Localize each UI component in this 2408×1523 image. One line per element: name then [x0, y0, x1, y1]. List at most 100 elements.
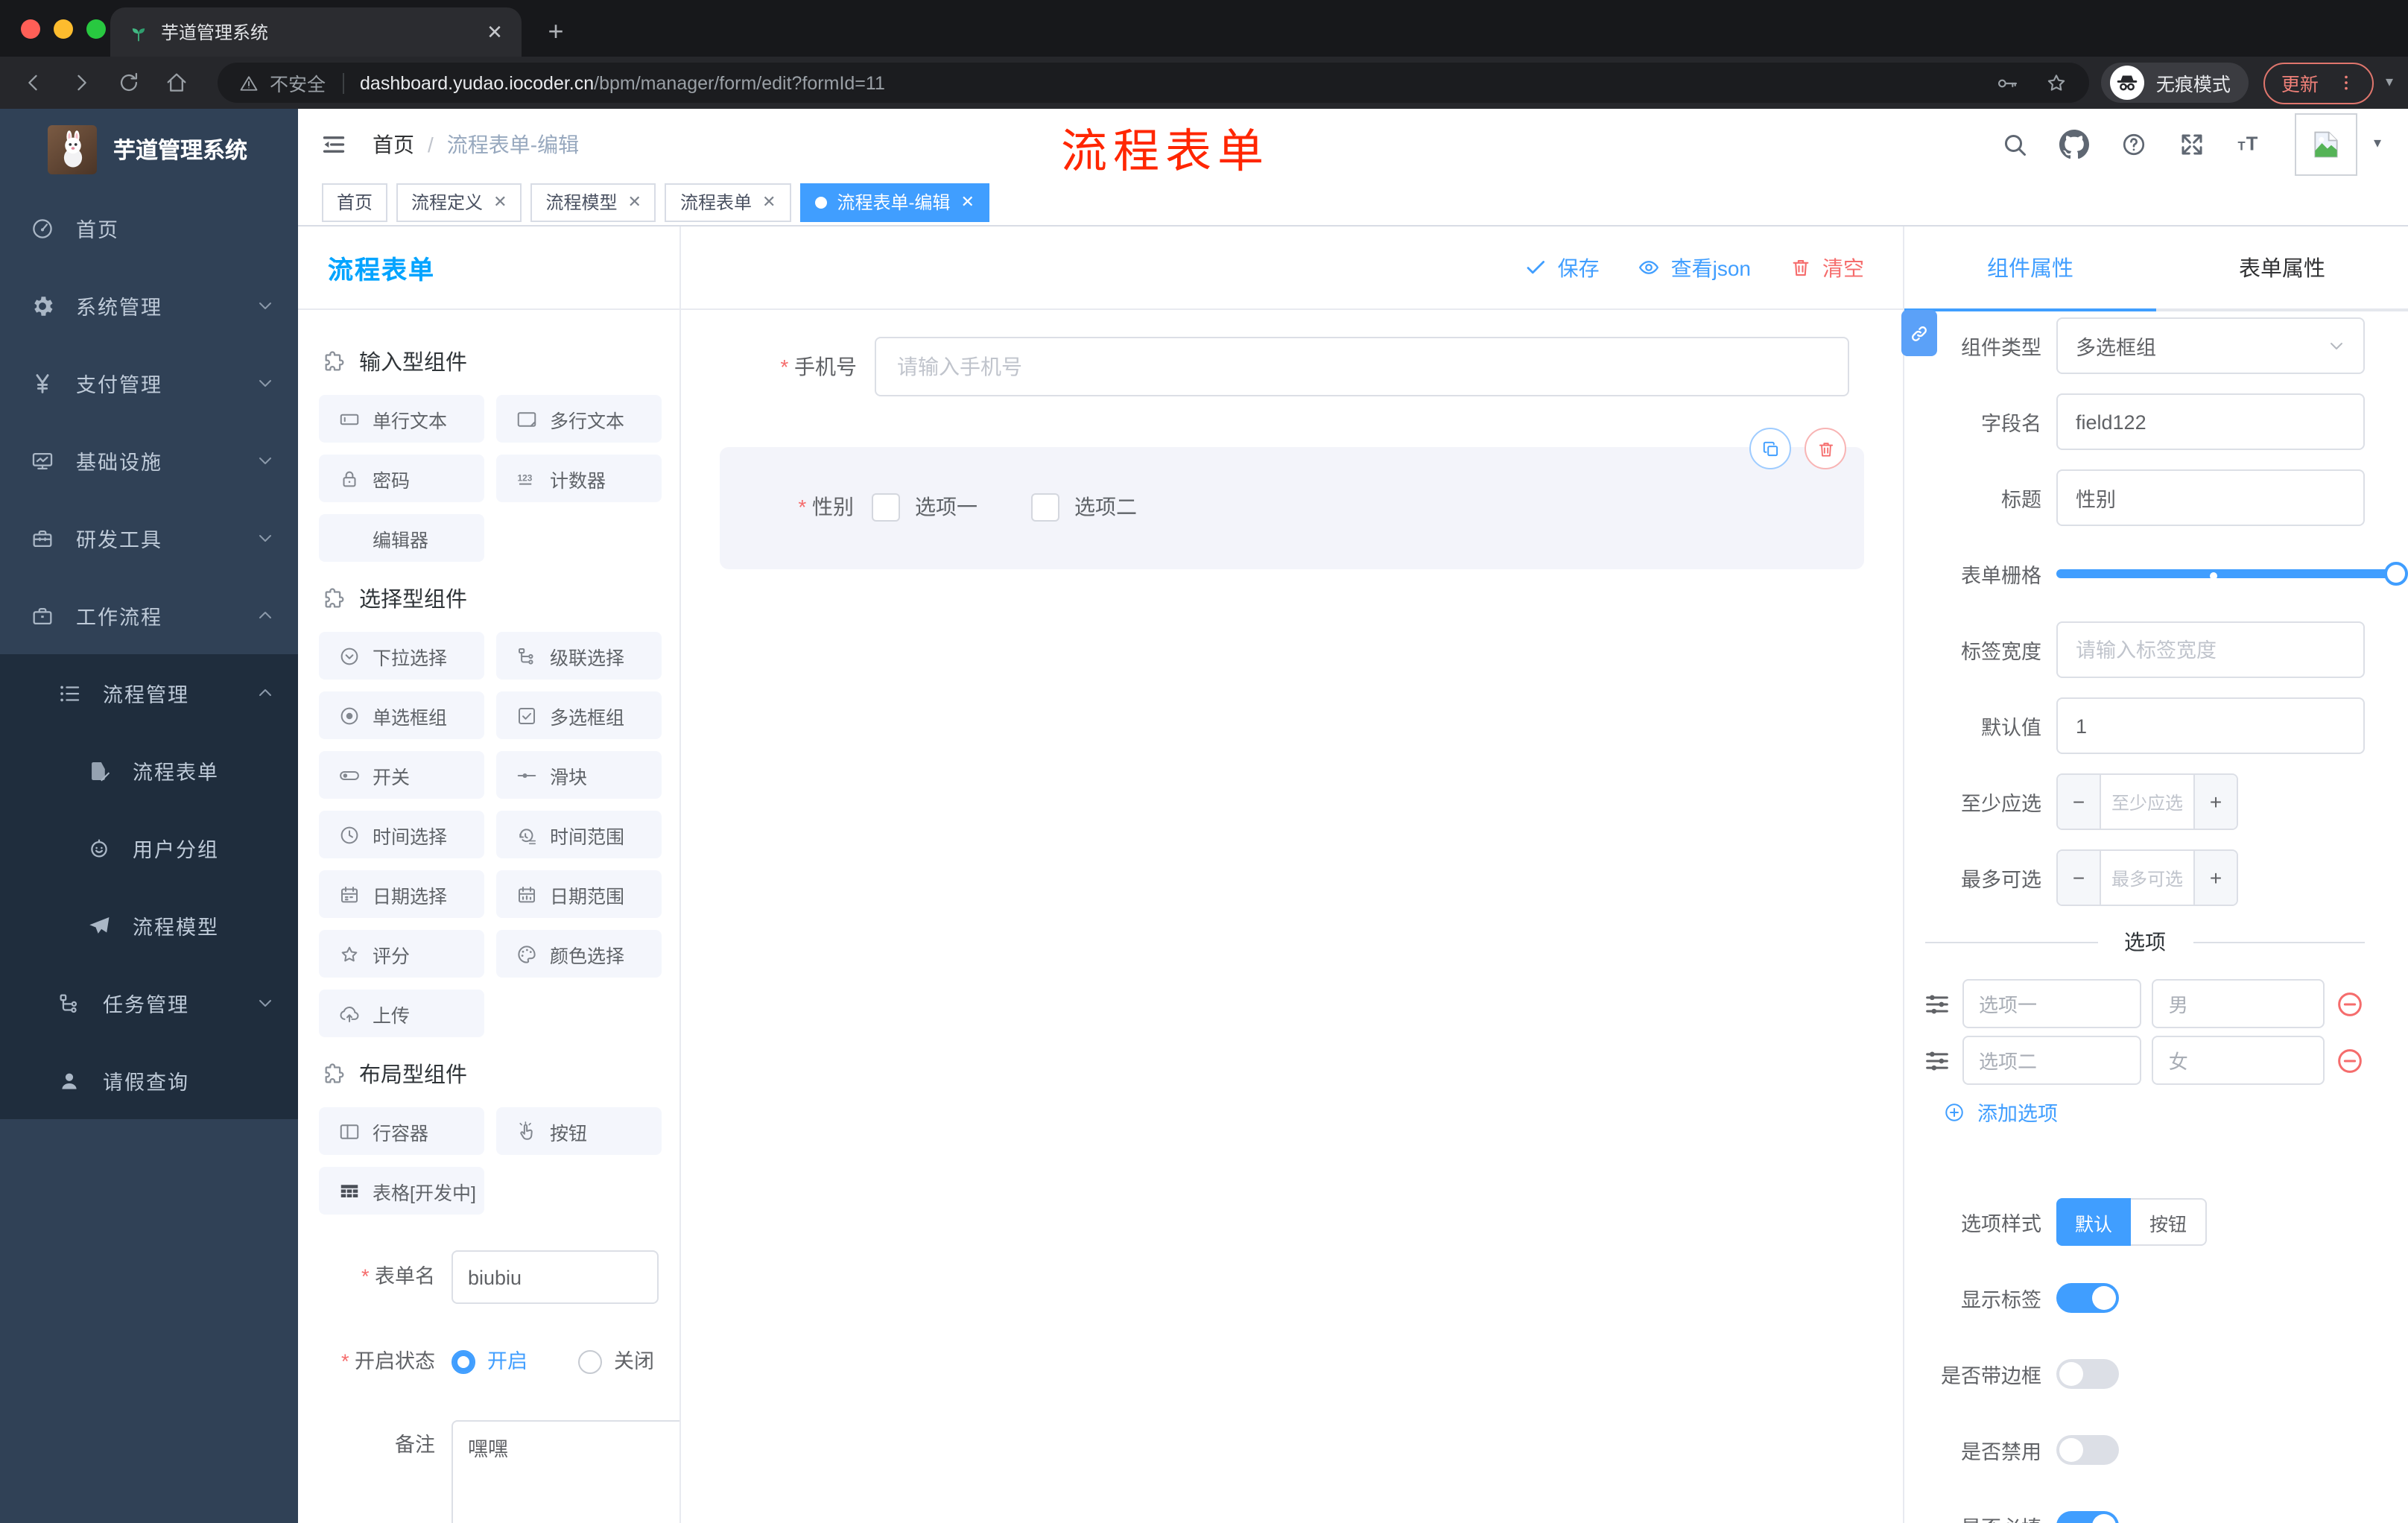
fullscreen-icon[interactable] [2179, 130, 2205, 157]
sidebar-item-process-model[interactable]: 流程模型 [0, 887, 298, 964]
drag-handle-icon[interactable] [1922, 989, 1952, 1019]
save-button[interactable]: 保存 [1525, 253, 1600, 282]
component-type-select[interactable]: 多选框组 [2056, 317, 2365, 374]
option-2-label-input[interactable] [1962, 1036, 2142, 1085]
sidebar-item-process-form[interactable]: 流程表单 [0, 732, 298, 809]
option-1-label-input[interactable] [1962, 979, 2142, 1028]
show-label-toggle[interactable] [2056, 1283, 2119, 1313]
component-select[interactable]: 下拉选择 [319, 632, 484, 680]
tag-process-form-edit[interactable]: 流程表单-编辑 ✕ [799, 183, 989, 221]
radio-on-label[interactable]: 开启 [487, 1337, 527, 1387]
font-size-icon[interactable]: TT [2237, 130, 2263, 157]
increase-button[interactable]: + [2193, 775, 2237, 829]
phone-input[interactable]: 请输入手机号 [875, 337, 1849, 396]
radio-off-label[interactable]: 关闭 [614, 1337, 654, 1387]
help-icon[interactable] [2120, 130, 2147, 157]
gender-option-2[interactable]: 选项二 [1031, 492, 1137, 522]
password-key-icon[interactable] [1995, 71, 2019, 95]
component-counter[interactable]: 123 计数器 [496, 455, 662, 502]
checkbox-icon[interactable] [872, 493, 900, 521]
reload-icon[interactable] [116, 65, 152, 101]
selected-gender-field[interactable]: 性别 选项一 选项二 [720, 428, 1864, 569]
component-single-text[interactable]: 单行文本 [319, 395, 484, 443]
new-tab-button[interactable]: + [536, 16, 575, 48]
sidebar-item-leave-query[interactable]: 请假查询 [0, 1042, 298, 1119]
component-cascader[interactable]: 级联选择 [496, 632, 662, 680]
component-color-picker[interactable]: 颜色选择 [496, 930, 662, 978]
decrease-button[interactable]: − [2058, 775, 2101, 829]
form-remark-textarea[interactable]: 嘿嘿 [452, 1420, 679, 1523]
avatar-caret-icon[interactable]: ▾ [2374, 136, 2381, 152]
home-icon[interactable] [164, 65, 200, 101]
browser-tab[interactable]: 芋道管理系统 ✕ [110, 7, 522, 57]
clear-button[interactable]: 清空 [1790, 253, 1864, 282]
component-row-container[interactable]: 行容器 [319, 1107, 484, 1155]
close-icon[interactable]: ✕ [960, 192, 974, 212]
field-name-input[interactable] [2056, 393, 2365, 450]
option-1-value-input[interactable] [2152, 979, 2325, 1028]
duplicate-field-button[interactable] [1749, 428, 1791, 469]
component-switch[interactable]: 开关 [319, 751, 484, 799]
maximize-window-button[interactable] [86, 19, 106, 39]
sidebar-item-process-mgmt[interactable]: 流程管理 [0, 654, 298, 732]
breadcrumb-home[interactable]: 首页 [373, 129, 414, 159]
gender-option-1[interactable]: 选项一 [872, 492, 978, 522]
style-button-button[interactable]: 按钮 [2131, 1198, 2207, 1246]
menu-dots-icon[interactable] [2336, 73, 2356, 92]
default-value-input[interactable] [2056, 697, 2365, 754]
sidebar-item-system[interactable]: 系统管理 [0, 267, 298, 344]
back-icon[interactable] [21, 65, 57, 101]
component-upload[interactable]: 上传 [319, 990, 484, 1037]
tab-close-icon[interactable]: ✕ [483, 20, 507, 44]
increase-button[interactable]: + [2193, 851, 2237, 905]
component-time-picker[interactable]: 时间选择 [319, 811, 484, 858]
forward-icon[interactable] [69, 65, 104, 101]
decrease-button[interactable]: − [2058, 851, 2101, 905]
window-controls[interactable] [21, 19, 106, 39]
close-icon[interactable]: ✕ [628, 192, 641, 212]
bookmark-star-icon[interactable] [2044, 71, 2068, 95]
component-multi-text[interactable]: 多行文本 [496, 395, 662, 443]
avatar[interactable] [2294, 113, 2357, 175]
component-date-picker[interactable]: 日期选择 [319, 870, 484, 918]
view-json-button[interactable]: 查看json [1638, 253, 1751, 282]
sidebar-item-payment[interactable]: 支付管理 [0, 344, 298, 422]
sidebar-item-user-group[interactable]: 用户分组 [0, 809, 298, 887]
close-window-button[interactable] [21, 19, 40, 39]
tag-process-definition[interactable]: 流程定义 ✕ [396, 183, 522, 221]
component-editor[interactable]: 编辑器 [319, 514, 484, 562]
component-radio-group[interactable]: 单选框组 [319, 691, 484, 739]
title-input[interactable] [2056, 469, 2365, 526]
component-button[interactable]: 按钮 [496, 1107, 662, 1155]
sidebar-item-task-mgmt[interactable]: 任务管理 [0, 964, 298, 1042]
hamburger-icon[interactable] [319, 129, 349, 159]
with-border-toggle[interactable] [2056, 1359, 2119, 1389]
checkbox-icon[interactable] [1031, 493, 1059, 521]
drag-handle-icon[interactable] [1922, 1045, 1952, 1075]
radio-on[interactable] [452, 1350, 475, 1374]
sidebar-item-devtools[interactable]: 研发工具 [0, 499, 298, 577]
disabled-toggle[interactable] [2056, 1435, 2119, 1465]
close-icon[interactable]: ✕ [762, 192, 776, 212]
form-name-input[interactable] [452, 1250, 659, 1304]
required-toggle[interactable] [2056, 1511, 2119, 1523]
component-date-range[interactable]: 日期范围 [496, 870, 662, 918]
sidebar-item-home[interactable]: 首页 [0, 189, 298, 267]
close-icon[interactable]: ✕ [493, 192, 507, 212]
delete-field-button[interactable] [1805, 428, 1846, 469]
style-default-button[interactable]: 默认 [2056, 1198, 2131, 1246]
sidebar-item-infra[interactable]: 基础设施 [0, 422, 298, 499]
component-slider[interactable]: 滑块 [496, 751, 662, 799]
min-checked-stepper[interactable]: − 至少应选 + [2056, 773, 2238, 830]
browser-update-button[interactable]: 更新 [2263, 62, 2374, 104]
component-table[interactable]: 表格[开发中] [319, 1167, 484, 1215]
radio-off[interactable] [578, 1350, 602, 1374]
option-2-value-input[interactable] [2152, 1036, 2325, 1085]
url-field[interactable]: 不安全 dashboard.yudao.iocoder.cn/bpm/manag… [218, 63, 2089, 103]
component-password[interactable]: 密码 [319, 455, 484, 502]
component-checkbox-group[interactable]: 多选框组 [496, 691, 662, 739]
not-secure-icon[interactable] [238, 72, 259, 93]
label-width-input[interactable] [2056, 621, 2365, 678]
tab-component-props[interactable]: 组件属性 [1904, 227, 2156, 311]
github-icon[interactable] [2059, 129, 2089, 159]
